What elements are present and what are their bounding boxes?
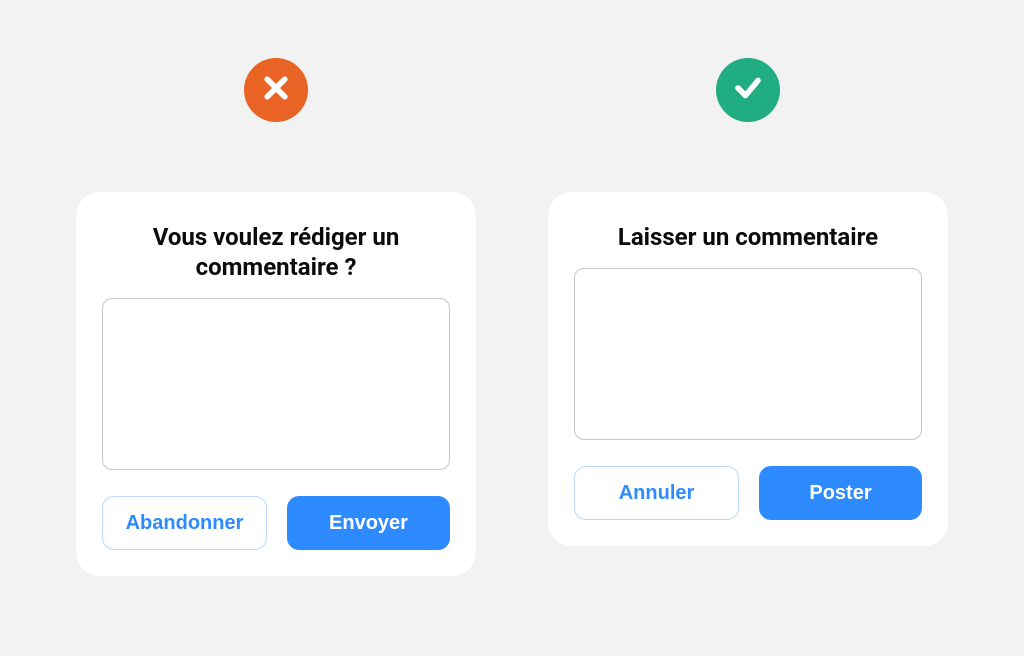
submit-button[interactable]: Envoyer [287, 496, 450, 550]
submit-button[interactable]: Poster [759, 466, 922, 520]
cancel-button[interactable]: Abandonner [102, 496, 267, 550]
button-row: Abandonner Envoyer [102, 496, 450, 550]
cancel-button[interactable]: Annuler [574, 466, 739, 520]
good-card: Laisser un commentaire Annuler Poster [548, 192, 948, 546]
card-title: Vous voulez rédiger un commentaire ? [102, 222, 450, 282]
bad-badge [244, 58, 308, 122]
comment-textarea[interactable] [574, 268, 922, 440]
cross-icon [261, 73, 291, 107]
bad-card: Vous voulez rédiger un commentaire ? Aba… [76, 192, 476, 576]
check-icon [733, 73, 763, 107]
good-badge [716, 58, 780, 122]
button-row: Annuler Poster [574, 466, 922, 520]
good-example-column: Laisser un commentaire Annuler Poster [548, 58, 948, 546]
card-title: Laisser un commentaire [612, 222, 884, 252]
comment-textarea[interactable] [102, 298, 450, 470]
bad-example-column: Vous voulez rédiger un commentaire ? Aba… [76, 58, 476, 576]
